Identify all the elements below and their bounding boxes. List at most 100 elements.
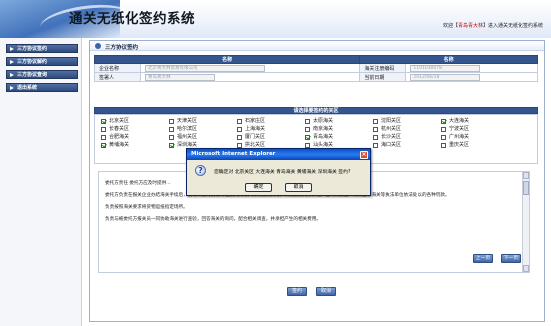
arrow-right-icon <box>10 73 14 77</box>
company-name-field[interactable]: 北京青大林贸易有限公司 <box>145 64 265 72</box>
sidebar-item-query[interactable]: 三方协议查询 <box>6 70 78 79</box>
arrow-right-icon <box>10 60 14 64</box>
checkbox-icon[interactable] <box>169 118 174 124</box>
confirm-dialog: Microsoft Internet Explorer × ? 您确定对 北京关… <box>186 148 371 196</box>
sign-button[interactable]: 签约 <box>287 287 307 296</box>
customs-checkbox-item[interactable]: 沈阳关区 <box>373 117 401 125</box>
customs-checkbox-label: 上海海关 <box>245 126 266 132</box>
checkbox-icon[interactable] <box>305 126 310 132</box>
field-cell: 青岛青大林 <box>139 72 361 82</box>
customs-checkbox-item[interactable]: 青岛海关 <box>305 133 333 141</box>
checkbox-icon[interactable] <box>305 142 310 148</box>
customs-checkbox-item[interactable]: 天津关区 <box>169 117 197 125</box>
current-date-field[interactable]: 2012/06/18 <box>410 73 481 81</box>
dialog-cancel-button[interactable]: 取消 <box>285 183 312 192</box>
customs-checkbox-item[interactable]: 合肥海关 <box>101 133 129 141</box>
prev-page-button[interactable]: 上一页 <box>473 254 493 263</box>
cancel-button[interactable]: 取消 <box>316 287 336 296</box>
checkbox-icon[interactable] <box>441 134 446 140</box>
table-row: 企业名称 北京青大林贸易有限公司 海关注册编码 1101030078 <box>94 63 538 73</box>
page-header: 三方协议签约 <box>90 41 544 51</box>
customs-checkbox-label: 宁波关区 <box>449 126 470 132</box>
checkbox-icon[interactable] <box>237 126 242 132</box>
customs-checkbox-item[interactable]: 北京关区 <box>101 117 129 125</box>
dialog-ok-button[interactable]: 确定 <box>245 183 272 192</box>
checkbox-icon[interactable] <box>169 126 174 132</box>
customs-checkbox-item[interactable]: 长沙关区 <box>373 133 401 141</box>
sidebar-item-label: 三方协议查询 <box>17 72 48 78</box>
customs-code-field[interactable]: 1101030078 <box>410 64 481 72</box>
customs-checkbox-item[interactable]: 福州关区 <box>169 133 197 141</box>
arrow-right-icon <box>10 47 14 51</box>
checkbox-icon[interactable] <box>101 126 106 132</box>
table-row: 签署人 青岛青大林 当前日期 2012/06/18 <box>94 72 538 82</box>
table-header-row: 名称 名称 <box>93 55 538 64</box>
welcome-user: 青岛青大林 <box>457 23 483 29</box>
customs-checkbox-item[interactable]: 海口关区 <box>373 141 401 149</box>
customs-checkbox-label: 合肥海关 <box>109 134 130 140</box>
customs-checkbox-label: 广州海关 <box>449 134 470 140</box>
checkbox-icon[interactable] <box>373 126 378 132</box>
checkbox-icon[interactable] <box>237 134 242 140</box>
sidebar-item-logout[interactable]: 退出系统 <box>6 83 78 92</box>
checkbox-icon[interactable] <box>441 126 446 132</box>
customs-checkbox-label: 长春关区 <box>109 126 130 132</box>
app-header: 通关无纸化签约系统 欢迎【青岛青大林】进入通关无纸化签约系统 <box>0 0 551 43</box>
agreement-line: 委托方责任 委托方应及时提供… <box>105 181 171 186</box>
checkbox-icon[interactable] <box>373 118 378 124</box>
customs-checkbox-label: 重庆关区 <box>449 142 470 148</box>
checkbox-icon[interactable] <box>305 118 310 124</box>
scroll-up-icon[interactable] <box>523 172 529 179</box>
checkbox-checked-icon[interactable] <box>169 142 174 148</box>
customs-checkbox-item[interactable]: 哈尔滨区 <box>169 125 197 133</box>
customs-checkbox-item[interactable]: 广州海关 <box>441 133 469 141</box>
customs-checkbox-item[interactable]: 重庆关区 <box>441 141 469 149</box>
customs-checkbox-item[interactable]: 上海海关 <box>237 125 265 133</box>
checkbox-checked-icon[interactable] <box>441 118 446 124</box>
checkbox-icon[interactable] <box>373 134 378 140</box>
column-header: 名称 <box>93 55 361 64</box>
customs-checkbox-item[interactable]: 南京海关 <box>305 125 333 133</box>
customs-checkbox-item[interactable]: 长春关区 <box>101 125 129 133</box>
checkbox-checked-icon[interactable] <box>305 134 310 140</box>
customs-checkbox-item[interactable]: 石家庄区 <box>237 117 265 125</box>
welcome-suffix: 】进入通关无纸化签约系统 <box>482 23 543 29</box>
customs-checkbox-label: 杭州关区 <box>381 126 402 132</box>
close-icon[interactable]: × <box>360 150 368 159</box>
checkbox-checked-icon[interactable] <box>101 118 106 124</box>
scroll-down-icon[interactable] <box>523 265 529 272</box>
checkbox-icon[interactable] <box>237 118 242 124</box>
sidebar-item-sign[interactable]: 三方协议签约 <box>6 44 78 53</box>
customs-checkbox-label: 北京关区 <box>109 118 130 124</box>
customs-checkbox-item[interactable]: 黄埔海关 <box>101 141 129 149</box>
customs-checkbox-label: 长沙关区 <box>381 134 402 140</box>
welcome-text: 欢迎【青岛青大林】进入通关无纸化签约系统 <box>443 22 543 29</box>
checkbox-icon[interactable] <box>441 142 446 148</box>
sidebar-item-terminate[interactable]: 三方协议解约 <box>6 57 78 66</box>
checkbox-icon[interactable] <box>169 134 174 140</box>
customs-checkbox-item[interactable]: 杭州关区 <box>373 125 401 133</box>
customs-checkbox-item[interactable]: 大连海关 <box>441 117 469 125</box>
customs-checkbox-label: 青岛海关 <box>313 134 334 140</box>
vertical-scrollbar[interactable] <box>522 172 529 272</box>
checkbox-icon[interactable] <box>373 142 378 148</box>
customs-checkbox-item[interactable]: 厦门关区 <box>237 133 265 141</box>
field-label: 当前日期 <box>359 72 407 82</box>
checkbox-icon[interactable] <box>237 142 242 148</box>
customs-checkbox-item[interactable]: 太原海关 <box>305 117 333 125</box>
customs-checkbox-label: 哈尔滨区 <box>177 126 198 132</box>
next-page-button[interactable]: 下一页 <box>501 254 521 263</box>
scroll-thumb[interactable] <box>523 181 529 195</box>
checkbox-icon[interactable] <box>101 134 106 140</box>
field-cell: 2012/06/18 <box>405 72 538 82</box>
signer-field[interactable]: 青岛青大林 <box>145 73 215 81</box>
welcome-prefix: 欢迎【 <box>442 23 458 29</box>
customs-checkbox-label: 福州关区 <box>177 134 198 140</box>
app-title: 通关无纸化签约系统 <box>69 11 195 27</box>
field-label: 海关注册编码 <box>359 63 407 73</box>
field-cell: 1101030078 <box>405 63 538 73</box>
page-title: 三方协议签约 <box>105 44 139 51</box>
checkbox-checked-icon[interactable] <box>101 142 106 148</box>
dialog-titlebar[interactable]: Microsoft Internet Explorer × <box>187 149 370 160</box>
customs-checkbox-item[interactable]: 宁波关区 <box>441 125 469 133</box>
